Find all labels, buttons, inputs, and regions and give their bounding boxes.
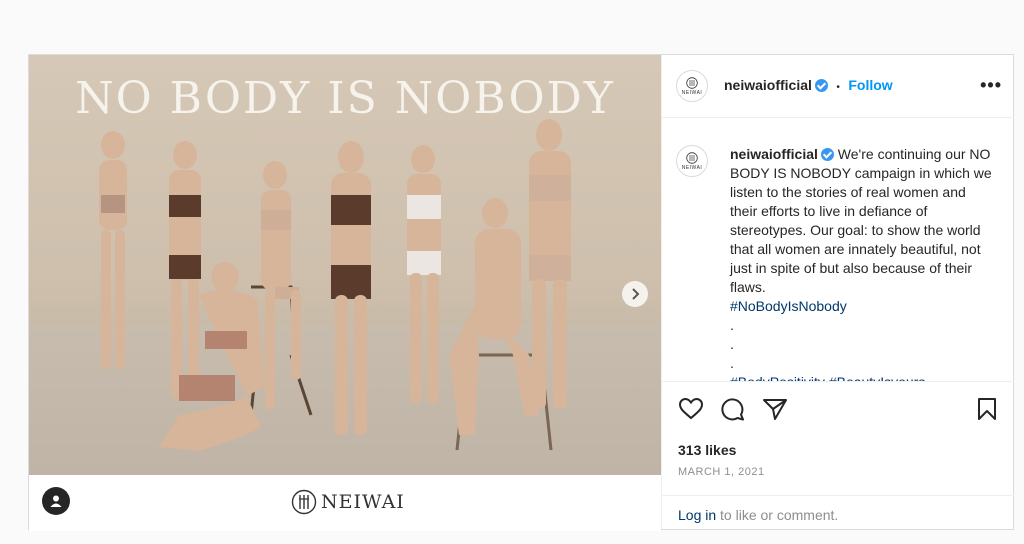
- action-bar: [662, 389, 1014, 429]
- verified-badge-icon: [820, 148, 834, 161]
- post-header: NEIWAI neiwaiofficial • Follow •••: [662, 55, 1014, 118]
- avatar-text: NEIWAI: [681, 164, 703, 171]
- login-prompt-text: Log in to like or comment.: [678, 507, 838, 523]
- header-username[interactable]: neiwaiofficial: [724, 77, 812, 93]
- header-separator: •: [836, 82, 840, 93]
- neiwai-seal-icon: [686, 76, 698, 89]
- user-icon: [50, 495, 62, 507]
- campaign-photo-figures: [99, 119, 571, 451]
- share-button[interactable]: [762, 397, 788, 426]
- neiwai-seal-icon: [291, 489, 317, 515]
- caption-username[interactable]: neiwaiofficial: [730, 146, 818, 162]
- brand-logo: NEIWAI: [291, 489, 405, 515]
- chevron-right-icon: [632, 288, 640, 300]
- models: [99, 119, 571, 451]
- caption-body: We're continuing our NO BODY IS NOBODY c…: [730, 146, 992, 295]
- comment-icon: [721, 398, 744, 421]
- tagged-user-button[interactable]: [42, 487, 70, 515]
- caption-dot: .: [730, 336, 734, 352]
- caption-text: neiwaiofficial We're continuing our NO B…: [730, 145, 992, 381]
- verified-badge-icon: [814, 79, 828, 92]
- post-image[interactable]: NO BODY IS NOBODY: [29, 55, 661, 475]
- caption-dot: .: [730, 317, 734, 333]
- save-button[interactable]: [976, 397, 998, 426]
- post-sidebar: NEIWAI neiwaiofficial • Follow ••• NEIWA…: [661, 55, 1014, 529]
- profile-avatar[interactable]: NEIWAI: [676, 70, 708, 102]
- next-image-button[interactable]: [622, 281, 648, 307]
- more-options-button[interactable]: •••: [980, 75, 1002, 96]
- login-link[interactable]: Log in: [678, 507, 716, 523]
- login-prompt: Log in to like or comment.: [662, 495, 1014, 530]
- bookmark-icon: [978, 398, 996, 420]
- caption-avatar[interactable]: NEIWAI: [676, 145, 708, 177]
- follow-button[interactable]: Follow: [848, 77, 892, 93]
- share-icon: [763, 399, 787, 420]
- header-meta: neiwaiofficial • Follow: [724, 77, 893, 95]
- login-prompt-rest: to like or comment.: [716, 507, 839, 523]
- caption-dot: .: [730, 355, 734, 371]
- instagram-post: NO BODY IS NOBODY NEIWAI NEIWAI neiwaiof…: [28, 54, 1014, 531]
- like-button[interactable]: [678, 397, 704, 426]
- likes-count[interactable]: 313 likes: [678, 442, 736, 458]
- brand-logo-text: NEIWAI: [321, 491, 405, 513]
- neiwai-seal-icon: [686, 151, 698, 164]
- caption-area: NEIWAI neiwaiofficial We're continuing o…: [662, 117, 1014, 382]
- post-date[interactable]: MARCH 1, 2021: [678, 466, 765, 478]
- avatar-text: NEIWAI: [681, 89, 703, 96]
- image-footer: NEIWAI: [29, 475, 661, 531]
- caption-hashtag[interactable]: #NoBodyIsNobody: [730, 297, 992, 316]
- caption-hashtags-cut[interactable]: #BodyPositivity #BeautyIsyours ...: [730, 373, 992, 381]
- caption-dots: . . .: [730, 316, 992, 373]
- comment-button[interactable]: [720, 397, 746, 426]
- heart-icon: [678, 397, 704, 420]
